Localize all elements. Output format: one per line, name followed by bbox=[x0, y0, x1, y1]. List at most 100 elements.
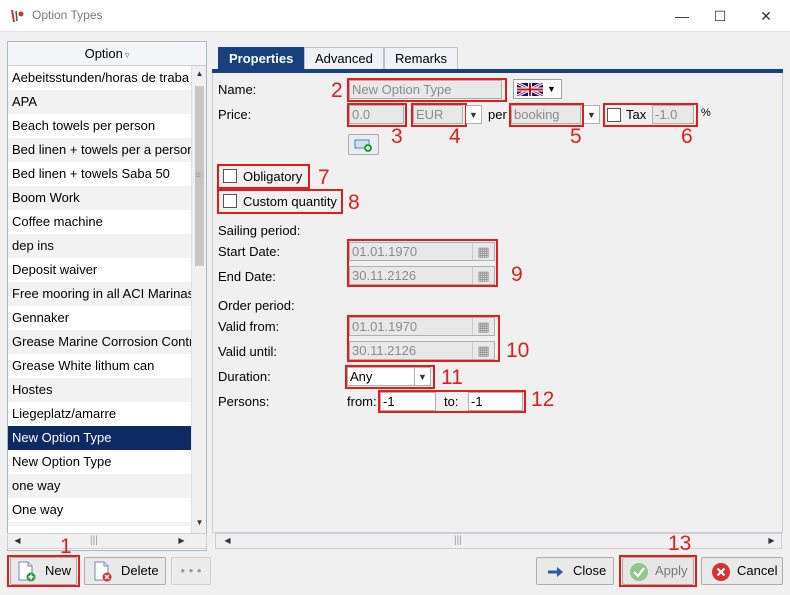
option-list-header[interactable]: Option ▿ bbox=[8, 42, 206, 66]
title-bar: Option Types — ☐ ✕ bbox=[0, 0, 790, 32]
annotation-number: 11 bbox=[441, 366, 463, 389]
annotation-number: 2 bbox=[331, 79, 343, 102]
list-item[interactable]: Deposit waiver bbox=[8, 258, 191, 282]
new-button-label: New bbox=[45, 563, 72, 578]
tab-advanced[interactable]: Advanced bbox=[304, 47, 384, 70]
per-select[interactable]: booking bbox=[511, 105, 581, 124]
tax-checkbox[interactable] bbox=[607, 108, 621, 122]
language-select[interactable]: ▼ bbox=[513, 79, 562, 99]
list-item[interactable]: One way bbox=[8, 498, 191, 522]
apply-button-label: Apply bbox=[655, 563, 688, 578]
list-item[interactable]: New Option Type bbox=[8, 426, 191, 450]
option-column-label: Option bbox=[84, 46, 123, 61]
scroll-up-icon[interactable]: ▲ bbox=[192, 69, 206, 78]
valid-until-input[interactable]: 30.11.2126 ▦ bbox=[349, 341, 495, 360]
close-window-button[interactable]: ✕ bbox=[743, 0, 789, 32]
close-button[interactable]: Close bbox=[536, 557, 614, 585]
persons-from-input[interactable]: -1 bbox=[380, 392, 436, 411]
annotation-number: 1 bbox=[60, 535, 72, 558]
currency-select[interactable]: EUR bbox=[413, 105, 463, 124]
list-item[interactable]: Grease Marine Corrosion Contro bbox=[8, 330, 191, 354]
end-date-input[interactable]: 30.11.2126 ▦ bbox=[349, 266, 495, 285]
price-input[interactable]: 0.0 bbox=[349, 105, 404, 124]
cancel-button[interactable]: Cancel bbox=[701, 557, 783, 585]
apply-button[interactable]: Apply bbox=[622, 557, 694, 585]
persons-label: Persons: bbox=[218, 394, 270, 409]
list-item[interactable]: Liegeplatz/amarre bbox=[8, 402, 191, 426]
list-item[interactable]: dep ins bbox=[8, 234, 191, 258]
list-item[interactable]: Beach towels per person bbox=[8, 114, 191, 138]
custom-quantity-checkbox[interactable] bbox=[223, 194, 237, 208]
cancel-icon bbox=[712, 563, 730, 581]
list-item[interactable]: Aebeitsstunden/horas de traba bbox=[8, 66, 191, 90]
valid-from-label: Valid from: bbox=[218, 319, 280, 334]
scroll-grip-icon: ||| bbox=[454, 535, 462, 546]
list-horizontal-scrollbar[interactable]: ◀ ||| ▶ bbox=[7, 533, 207, 549]
new-button[interactable]: New bbox=[10, 557, 77, 585]
list-item[interactable]: one way bbox=[8, 474, 191, 498]
uk-flag-icon bbox=[517, 83, 543, 96]
chevron-down-icon[interactable]: ▼ bbox=[466, 105, 482, 124]
chevron-down-icon[interactable]: ▼ bbox=[415, 367, 431, 386]
valid-from-input[interactable]: 01.01.1970 ▦ bbox=[349, 317, 495, 336]
list-item[interactable]: APA bbox=[8, 90, 191, 114]
obligatory-checkbox[interactable] bbox=[223, 169, 237, 183]
scroll-left-icon[interactable]: ◀ bbox=[220, 536, 235, 545]
start-date-input[interactable]: 01.01.1970 ▦ bbox=[349, 242, 495, 261]
annotation-number: 5 bbox=[570, 125, 582, 148]
list-item[interactable]: Hostes bbox=[8, 378, 191, 402]
delete-document-icon bbox=[94, 561, 112, 582]
calendar-icon[interactable]: ▦ bbox=[472, 318, 494, 335]
maximize-button[interactable]: ☐ bbox=[697, 0, 743, 32]
list-item[interactable]: New Option Type bbox=[8, 450, 191, 474]
end-date-label: End Date: bbox=[218, 269, 276, 284]
list-item[interactable]: Boom Work bbox=[8, 186, 191, 210]
arrow-right-icon bbox=[548, 567, 563, 577]
scroll-down-icon[interactable]: ▼ bbox=[192, 518, 206, 527]
obligatory-label: Obligatory bbox=[243, 169, 303, 184]
chevron-down-icon: ▼ bbox=[547, 84, 556, 94]
annotation-number: 3 bbox=[391, 125, 403, 148]
scroll-left-icon[interactable]: ◀ bbox=[10, 536, 25, 545]
calendar-icon[interactable]: ▦ bbox=[472, 267, 494, 284]
delete-button[interactable]: Delete bbox=[84, 557, 166, 585]
custom-quantity-label: Custom quantity bbox=[243, 194, 337, 209]
checkmark-icon bbox=[630, 563, 648, 581]
annotation-number: 7 bbox=[318, 166, 330, 189]
to-label: to: bbox=[444, 394, 459, 409]
scroll-grip-icon: ||| bbox=[90, 535, 98, 546]
more-button[interactable]: • • • bbox=[171, 557, 211, 585]
app-logo-icon bbox=[11, 9, 24, 23]
tax-input[interactable]: -1.0 bbox=[652, 105, 694, 124]
list-item[interactable]: Coffee machine bbox=[8, 210, 191, 234]
add-price-button[interactable] bbox=[348, 134, 379, 155]
order-period-label: Order period: bbox=[218, 298, 295, 313]
list-item[interactable]: Bed linen + towels Saba 50 bbox=[8, 162, 191, 186]
calendar-icon[interactable]: ▦ bbox=[472, 243, 494, 260]
persons-to-input[interactable]: -1 bbox=[468, 392, 523, 411]
chevron-down-icon[interactable]: ▼ bbox=[584, 105, 600, 124]
valid-until-label: Valid until: bbox=[218, 344, 278, 359]
start-date-value: 01.01.1970 bbox=[352, 244, 418, 259]
close-button-label: Close bbox=[573, 563, 607, 578]
list-item[interactable]: Grease White lithum can bbox=[8, 354, 191, 378]
list-item[interactable]: Bed linen + towels per a person bbox=[8, 138, 191, 162]
duration-select[interactable]: Any bbox=[347, 367, 415, 386]
scroll-right-icon[interactable]: ▶ bbox=[764, 536, 779, 545]
properties-panel bbox=[212, 73, 783, 533]
annotation-number: 6 bbox=[681, 125, 693, 148]
list-item[interactable]: Free mooring in all ACI Marinas bbox=[8, 282, 191, 306]
panel-horizontal-scrollbar[interactable]: ◀ ||| ▶ bbox=[215, 533, 782, 549]
from-label: from: bbox=[347, 394, 377, 409]
list-vertical-scrollbar[interactable]: ▲ ≡ ▼ bbox=[191, 66, 206, 533]
scroll-grip-icon: ≡ bbox=[195, 170, 201, 181]
add-row-icon bbox=[354, 139, 372, 152]
name-input[interactable]: New Option Type bbox=[349, 80, 502, 99]
list-item[interactable]: One way fee bbox=[8, 522, 191, 526]
list-item[interactable]: Gennaker bbox=[8, 306, 191, 330]
scroll-right-icon[interactable]: ▶ bbox=[174, 536, 189, 545]
tab-remarks[interactable]: Remarks bbox=[384, 47, 459, 70]
option-list: Aebeitsstunden/horas de traba APA Beach to… bbox=[8, 66, 191, 526]
calendar-icon[interactable]: ▦ bbox=[472, 342, 494, 359]
tab-properties[interactable]: Properties bbox=[218, 47, 305, 70]
